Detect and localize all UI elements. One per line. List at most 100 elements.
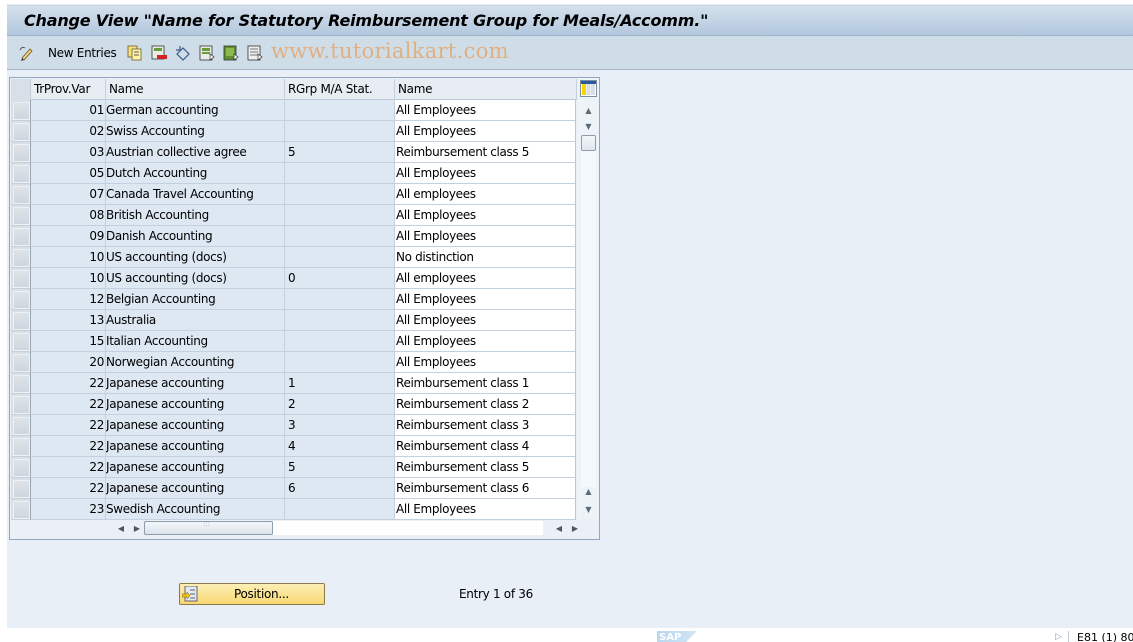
row-selector[interactable] — [11, 436, 31, 457]
cell-trprov-var: 10 — [31, 268, 106, 289]
table-row[interactable]: 22 Japanese accounting 4 Reimbursement clas… — [11, 436, 577, 457]
table-row[interactable]: 22 Japanese accounting 6 Reimbursement clas… — [11, 478, 577, 499]
vertical-scrollbar[interactable]: ▲ ▼ ▲ ▼ — [577, 78, 599, 519]
scroll-down-button[interactable]: ▼ — [581, 118, 596, 135]
cell-rgrp: 5 — [285, 142, 395, 163]
select-block-button[interactable] — [223, 44, 239, 62]
row-selector[interactable] — [11, 268, 31, 289]
row-selector[interactable] — [11, 373, 31, 394]
page-up-button[interactable]: ▲ — [581, 483, 596, 500]
table-row[interactable]: 22 Japanese accounting 5 Reimbursement clas… — [11, 457, 577, 478]
cell-description: All Employees — [395, 163, 576, 184]
row-selector[interactable] — [11, 142, 31, 163]
page-down-button[interactable]: ▼ — [581, 501, 596, 518]
cell-description: Reimbursement class 5 — [395, 457, 576, 478]
cell-rgrp — [285, 289, 395, 310]
row-selector[interactable] — [11, 499, 31, 520]
table-row[interactable]: 23 Swedish Accounting All Employees — [11, 499, 577, 520]
select-all-rows-cell[interactable] — [11, 79, 31, 100]
title-bar: Change View "Name for Statutory Reimburs… — [7, 5, 1133, 36]
row-selector[interactable] — [11, 457, 31, 478]
table-row[interactable]: 01 German accounting All Employees — [11, 100, 577, 121]
cell-rgrp — [285, 226, 395, 247]
table-settings-button[interactable] — [580, 80, 597, 97]
cell-trprov-var: 05 — [31, 163, 106, 184]
cell-trprov-var: 22 — [31, 415, 106, 436]
row-selector[interactable] — [11, 394, 31, 415]
scroll-right-button[interactable]: ▶ — [131, 522, 143, 534]
sap-gui-window: Change View "Name for Statutory Reimburs… — [7, 4, 1133, 628]
table-row[interactable]: 22 Japanese accounting 1 Reimbursement clas… — [11, 373, 577, 394]
table-row[interactable]: 07 Canada Travel Accounting All employees — [11, 184, 577, 205]
scroll-left-button[interactable]: ◀ — [115, 522, 127, 534]
scroll-up-button[interactable]: ▲ — [581, 102, 596, 119]
row-selector[interactable] — [11, 163, 31, 184]
arrow-right-icon: ▶ — [133, 523, 141, 533]
row-selector[interactable] — [11, 352, 31, 373]
table-row[interactable]: 03 Austrian collective agree 5 Reimbursemen… — [11, 142, 577, 163]
horizontal-scroll-track[interactable] — [273, 521, 543, 535]
horizontal-scrollbar[interactable]: ◀ ▶ ◀ ▶ — [105, 519, 578, 537]
row-selector[interactable] — [11, 247, 31, 268]
scroll-track[interactable] — [581, 137, 596, 487]
position-button[interactable]: Position... — [179, 583, 325, 605]
table-row[interactable]: 22 Japanese accounting 2 Reimbursement clas… — [11, 394, 577, 415]
delete-button[interactable] — [151, 44, 167, 62]
cell-name: Japanese accounting — [106, 394, 285, 415]
table-row[interactable]: 20 Norwegian Accounting All Employees — [11, 352, 577, 373]
cell-rgrp — [285, 352, 395, 373]
cell-description: All Employees — [395, 499, 576, 520]
horizontal-scroll-thumb[interactable] — [144, 520, 273, 535]
display-change-icon — [19, 46, 33, 61]
row-selector[interactable] — [11, 121, 31, 142]
table-row[interactable]: 08 British Accounting All Employees — [11, 205, 577, 226]
select-all-button[interactable] — [199, 44, 215, 62]
row-selector[interactable] — [11, 226, 31, 247]
column-header-rgrp[interactable]: RGrp M/A Stat. — [285, 79, 395, 100]
row-selector[interactable] — [11, 478, 31, 499]
arrow-down-icon: ▼ — [585, 122, 592, 131]
table-row[interactable]: 09 Danish Accounting All Employees — [11, 226, 577, 247]
cell-rgrp — [285, 184, 395, 205]
row-selector[interactable] — [11, 100, 31, 121]
copy-as-button[interactable] — [127, 44, 143, 62]
cell-trprov-var: 22 — [31, 478, 106, 499]
row-selector[interactable] — [11, 289, 31, 310]
table-row[interactable]: 12 Belgian Accounting All Employees — [11, 289, 577, 310]
display-change-button[interactable] — [19, 44, 35, 62]
row-selector[interactable] — [11, 331, 31, 352]
cell-name: Swiss Accounting — [106, 121, 285, 142]
cell-rgrp — [285, 331, 395, 352]
scroll-left-right-pane-button[interactable]: ◀ — [553, 522, 565, 534]
cell-name: Belgian Accounting — [106, 289, 285, 310]
table-row[interactable]: 10 US accounting (docs) No distinction — [11, 247, 577, 268]
cell-trprov-var: 07 — [31, 184, 106, 205]
column-header-trprov-var[interactable]: TrProv.Var — [31, 79, 106, 100]
table-row[interactable]: 05 Dutch Accounting All Employees — [11, 163, 577, 184]
cell-description: All Employees — [395, 205, 576, 226]
table-row[interactable]: 15 Italian Accounting All Employees — [11, 331, 577, 352]
new-entries-button[interactable]: New Entries — [48, 44, 117, 62]
table-row[interactable]: 22 Japanese accounting 3 Reimbursement clas… — [11, 415, 577, 436]
cell-rgrp: 0 — [285, 268, 395, 289]
arrow-right-icon: ▶ — [571, 523, 579, 533]
cell-description: No distinction — [395, 247, 576, 268]
scroll-right-right-pane-button[interactable]: ▶ — [569, 522, 581, 534]
row-selector[interactable] — [11, 184, 31, 205]
table-row[interactable]: 10 US accounting (docs) 0 All employees — [11, 268, 577, 289]
select-block-icon — [223, 45, 239, 61]
cell-description: All Employees — [395, 100, 576, 121]
scroll-thumb[interactable] — [581, 135, 596, 151]
status-expand-icon[interactable]: ▷ — [1055, 632, 1063, 642]
column-header-description[interactable]: Name — [395, 79, 577, 100]
undo-change-button[interactable] — [175, 44, 191, 62]
undo-change-icon — [176, 46, 190, 61]
row-selector[interactable] — [11, 415, 31, 436]
cell-description: All employees — [395, 184, 576, 205]
deselect-all-button[interactable] — [247, 44, 263, 62]
column-header-name[interactable]: Name — [106, 79, 285, 100]
table-row[interactable]: 13 Australia All Employees — [11, 310, 577, 331]
row-selector[interactable] — [11, 310, 31, 331]
row-selector[interactable] — [11, 205, 31, 226]
table-row[interactable]: 02 Swiss Accounting All Employees — [11, 121, 577, 142]
